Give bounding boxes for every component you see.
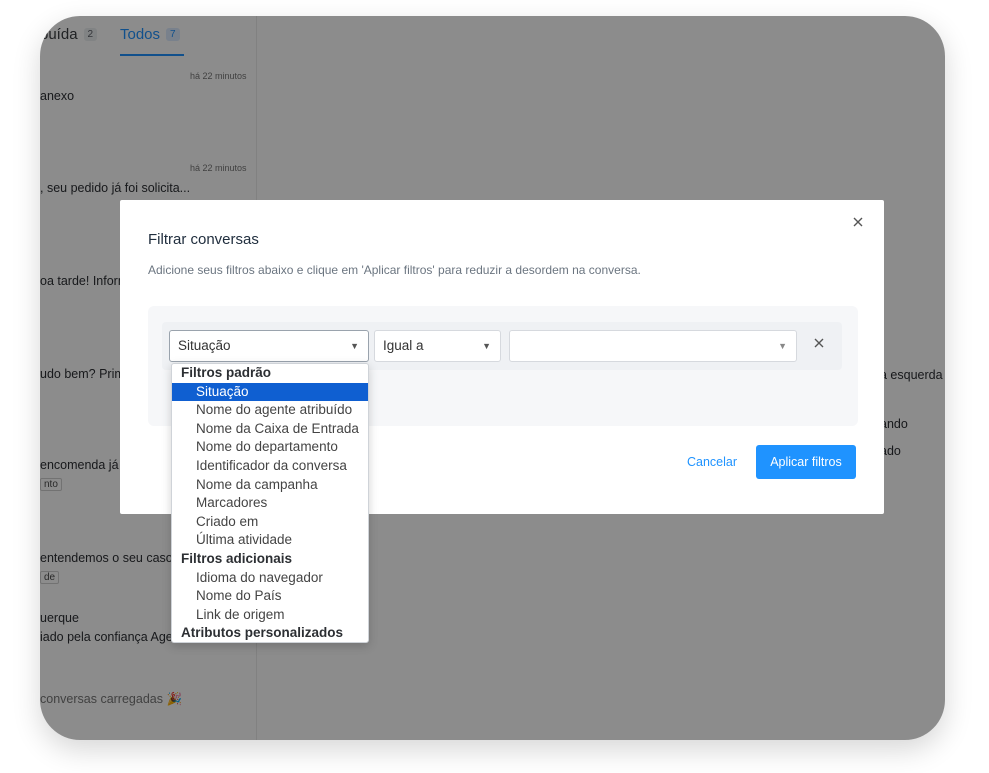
dropdown-option[interactable]: Idioma do navegador (172, 569, 368, 587)
attribute-select[interactable]: Situação ▼ (169, 330, 369, 362)
dropdown-option[interactable]: Nome do País (172, 587, 368, 605)
attribute-select-value: Situação (178, 338, 231, 353)
dropdown-option-selected[interactable]: Situação (172, 382, 368, 401)
dropdown-group-header: Filtros adicionais (181, 551, 293, 566)
modal-description: Adicione seus filtros abaixo e clique em… (148, 263, 641, 277)
dropdown-option[interactable]: Nome da Caixa de Entrada (172, 420, 368, 438)
modal-title: Filtrar conversas (148, 231, 259, 248)
operator-select[interactable]: Igual a ▼ (374, 330, 501, 362)
dropdown-option[interactable]: Nome da campanha (172, 476, 368, 494)
cancel-button[interactable]: Cancelar (672, 445, 752, 479)
dropdown-option[interactable]: Nome do agente atribuído (172, 401, 368, 419)
apply-filters-button[interactable]: Aplicar filtros (756, 445, 856, 479)
value-select[interactable]: ▼ (509, 330, 797, 362)
dropdown-option[interactable]: Link de origem (172, 606, 368, 624)
dropdown-option[interactable]: Identificador da conversa (172, 457, 368, 475)
dropdown-option[interactable]: Criado em (172, 513, 368, 531)
caret-down-icon: ▼ (350, 341, 359, 351)
dropdown-option[interactable]: Marcadores (172, 494, 368, 512)
caret-down-icon: ▼ (482, 341, 491, 351)
dropdown-group-header: Atributos personalizados (181, 625, 344, 641)
attribute-dropdown-list: Filtros padrão Situação Nome do agente a… (171, 363, 369, 643)
dropdown-option[interactable]: Nome do departamento (172, 438, 368, 456)
close-icon[interactable] (850, 214, 866, 230)
screenshot-frame: buída 2 Todos 7 há 22 minutos anexo há 22 … (40, 16, 945, 740)
remove-filter-close-icon[interactable] (812, 336, 826, 350)
dropdown-option[interactable]: Última atividade (172, 531, 368, 549)
caret-down-icon: ▼ (778, 341, 787, 351)
dropdown-group-header: Filtros padrão (181, 365, 272, 380)
operator-select-value: Igual a (383, 338, 424, 353)
